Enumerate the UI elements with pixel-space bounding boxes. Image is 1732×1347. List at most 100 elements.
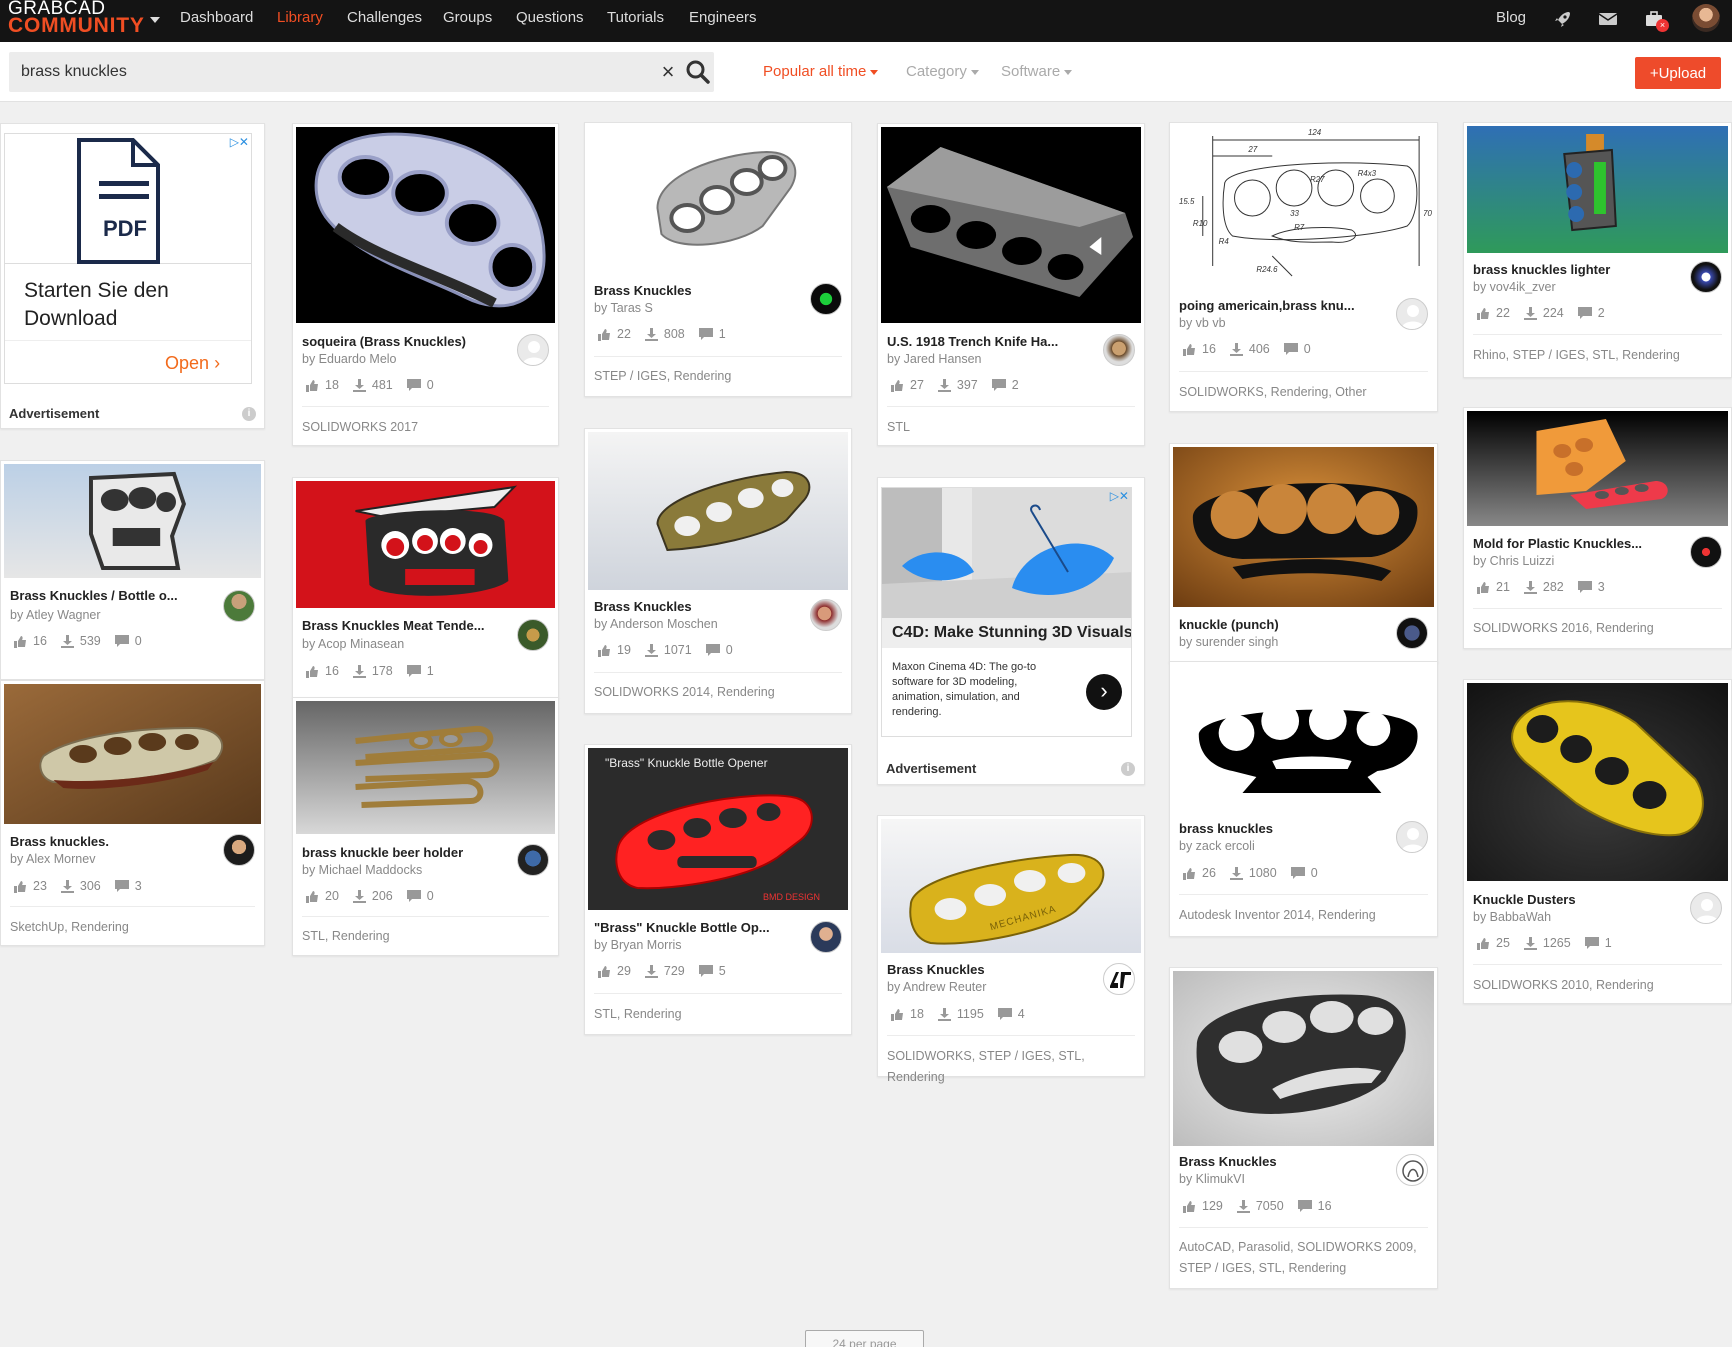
card-author[interactable]: by Acop Minasean	[302, 637, 508, 651]
model-card[interactable]: MECHANIKA Brass Knuckles by Andrew Reute…	[877, 815, 1145, 1084]
sort-dropdown[interactable]: Popular all time	[763, 62, 879, 82]
card-title[interactable]: brass knuckle beer holder	[302, 845, 508, 860]
card-title[interactable]: poing americain,brass knu...	[1179, 298, 1387, 313]
info-icon[interactable]: i	[1121, 762, 1135, 776]
upload-button[interactable]: +Upload	[1635, 57, 1721, 89]
model-card[interactable]: 124 27 R4x3 R27 33 R7 15.5 R10 R4 70 R24…	[1169, 122, 1438, 412]
avatar[interactable]	[517, 619, 549, 651]
card-author[interactable]: by Alex Mornev	[10, 852, 214, 866]
briefcase-icon[interactable]: ×	[1640, 6, 1669, 32]
card-title[interactable]: Brass Knuckles	[594, 599, 801, 614]
avatar[interactable]	[517, 844, 549, 876]
card-thumbnail[interactable]: 124 27 R4x3 R27 33 R7 15.5 R10 R4 70 R24…	[1173, 126, 1434, 286]
per-page-select[interactable]: 24 per page	[805, 1330, 924, 1347]
card-title[interactable]: Brass Knuckles / Bottle o...	[10, 588, 214, 603]
category-dropdown[interactable]: Category	[906, 62, 979, 82]
card-thumbnail[interactable]	[4, 464, 261, 578]
info-icon[interactable]: i	[242, 407, 256, 421]
card-title[interactable]: soqueira (Brass Knuckles)	[302, 334, 508, 349]
card-thumbnail[interactable]	[881, 127, 1141, 323]
close-icon[interactable]: ×	[657, 61, 679, 83]
card-thumbnail[interactable]: "Brass" Knuckle Bottle Opener BMD DESIGN	[588, 748, 848, 910]
model-card[interactable]: brass knuckle beer holder by Michael Mad…	[292, 697, 559, 956]
grabcad-logo[interactable]: GRABCAD COMMUNITY	[8, 0, 144, 40]
card-author[interactable]: by vb vb	[1179, 316, 1387, 330]
card-author[interactable]: by zack ercoli	[1179, 839, 1387, 853]
card-title[interactable]: Knuckle Dusters	[1473, 892, 1681, 907]
model-card[interactable]: brass knuckles by zack ercoli 26 1080 0 …	[1169, 661, 1438, 937]
chevron-down-icon[interactable]	[150, 17, 160, 23]
model-card[interactable]: U.S. 1918 Trench Knife Ha... by Jared Ha…	[877, 123, 1145, 446]
model-card[interactable]: Brass knuckles. by Alex Mornev 23 306 3 …	[0, 680, 265, 946]
nav-engineers[interactable]: Engineers	[689, 0, 757, 36]
card-author[interactable]: by Michael Maddocks	[302, 863, 508, 877]
avatar[interactable]	[517, 334, 549, 366]
model-card[interactable]: soqueira (Brass Knuckles) by Eduardo Mel…	[292, 123, 559, 446]
avatar[interactable]	[1396, 1154, 1428, 1186]
model-card[interactable]: Knuckle Dusters by BabbaWah 25 1265 1 SO…	[1463, 679, 1732, 1004]
chevron-right-icon[interactable]: ›	[1086, 674, 1122, 710]
ad-banner[interactable]: ▷✕ C4D: Make Stunning 3D Visuals Maxon C…	[881, 487, 1132, 737]
avatar[interactable]	[223, 834, 255, 866]
ad-open-button[interactable]: Open ›	[165, 353, 220, 374]
model-card[interactable]: "Brass" Knuckle Bottle Opener BMD DESIGN…	[584, 744, 852, 1035]
avatar[interactable]	[1396, 821, 1428, 853]
card-author[interactable]: by Atley Wagner	[10, 608, 214, 622]
card-title[interactable]: Brass knuckles.	[10, 834, 214, 849]
mail-icon[interactable]	[1594, 6, 1622, 32]
nav-library[interactable]: Library	[277, 0, 323, 36]
nav-questions[interactable]: Questions	[516, 0, 584, 36]
card-author[interactable]: by Jared Hansen	[887, 352, 1094, 366]
avatar[interactable]	[1103, 334, 1135, 366]
avatar[interactable]	[810, 599, 842, 631]
card-title[interactable]: Brass Knuckles	[594, 283, 801, 298]
card-thumbnail[interactable]	[1467, 126, 1728, 253]
card-title[interactable]: Brass Knuckles	[887, 962, 1094, 977]
avatar[interactable]	[1690, 261, 1722, 293]
avatar[interactable]	[1103, 963, 1135, 995]
card-title[interactable]: Mold for Plastic Knuckles...	[1473, 536, 1681, 551]
model-card[interactable]: Brass Knuckles Meat Tende... by Acop Min…	[292, 477, 559, 698]
card-thumbnail[interactable]	[1467, 683, 1728, 881]
card-thumbnail[interactable]	[588, 126, 848, 278]
card-title[interactable]: Brass Knuckles	[1179, 1154, 1387, 1169]
model-card[interactable]: Brass Knuckles / Bottle o... by Atley Wa…	[0, 460, 265, 680]
nav-groups[interactable]: Groups	[443, 0, 492, 36]
model-card[interactable]: Brass Knuckles by Anderson Moschen 19 10…	[584, 428, 852, 714]
card-author[interactable]: by surender singh	[1179, 635, 1387, 649]
model-card[interactable]: knuckle (punch) by surender singh	[1169, 443, 1438, 663]
model-card[interactable]: brass knuckles lighter by vov4ik_zver 22…	[1463, 122, 1732, 378]
card-author[interactable]: by Anderson Moschen	[594, 617, 801, 631]
card-author[interactable]: by Bryan Morris	[594, 938, 801, 952]
card-thumbnail[interactable]	[588, 432, 848, 590]
nav-challenges[interactable]: Challenges	[347, 0, 422, 36]
avatar[interactable]	[1396, 298, 1428, 330]
card-thumbnail[interactable]	[1173, 971, 1434, 1146]
software-dropdown[interactable]: Software	[1001, 62, 1073, 82]
card-author[interactable]: by Andrew Reuter	[887, 980, 1094, 994]
card-author[interactable]: by vov4ik_zver	[1473, 280, 1681, 294]
card-author[interactable]: by KlimukVI	[1179, 1172, 1387, 1186]
card-author[interactable]: by Taras S	[594, 301, 801, 315]
card-thumbnail[interactable]: MECHANIKA	[881, 819, 1141, 953]
model-card[interactable]: Mold for Plastic Knuckles... by Chris Lu…	[1463, 407, 1732, 649]
search-icon[interactable]	[685, 59, 711, 85]
nav-blog[interactable]: Blog	[1496, 0, 1526, 36]
card-title[interactable]: "Brass" Knuckle Bottle Op...	[594, 920, 801, 935]
user-avatar[interactable]	[1692, 4, 1720, 32]
model-card[interactable]: Brass Knuckles by KlimukVI 129 7050 16 A…	[1169, 967, 1438, 1289]
card-thumbnail[interactable]	[296, 127, 555, 323]
ad-banner[interactable]: ▷✕ PDF Starten Sie den Download Open ›	[4, 133, 252, 384]
avatar[interactable]	[1690, 892, 1722, 924]
card-thumbnail[interactable]	[4, 684, 261, 824]
card-thumbnail[interactable]	[1173, 447, 1434, 607]
avatar[interactable]	[810, 921, 842, 953]
avatar[interactable]	[810, 283, 842, 315]
model-card[interactable]: Brass Knuckles by Taras S 22 808 1 STEP …	[584, 122, 852, 397]
adchoices-icon[interactable]: ▷✕	[1110, 489, 1129, 503]
avatar[interactable]	[1396, 617, 1428, 649]
card-thumbnail[interactable]	[1173, 665, 1434, 815]
card-title[interactable]: Brass Knuckles Meat Tende...	[302, 618, 508, 633]
card-author[interactable]: by Eduardo Melo	[302, 352, 508, 366]
rocket-icon[interactable]	[1549, 6, 1577, 32]
